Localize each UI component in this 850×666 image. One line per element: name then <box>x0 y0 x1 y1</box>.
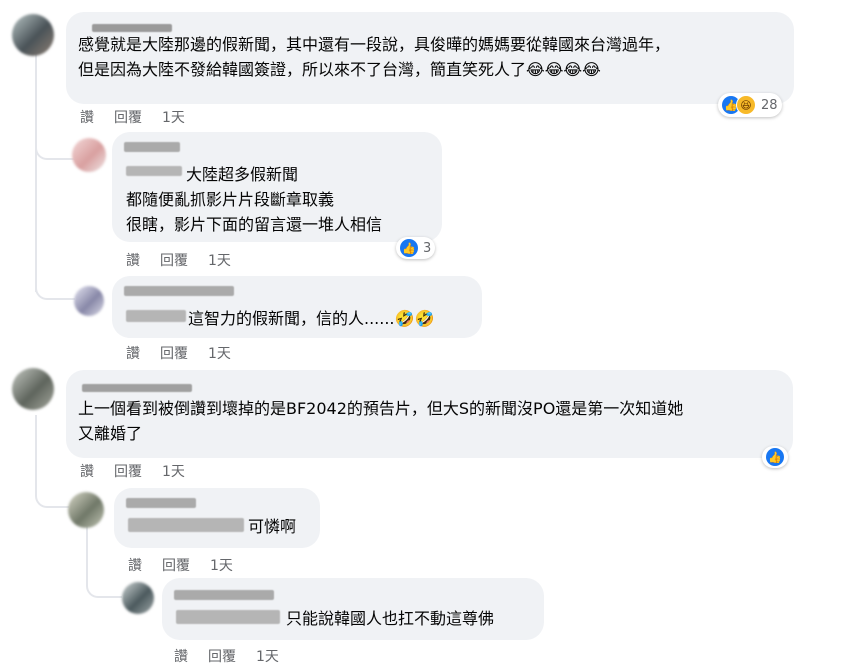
laughing-emoji: 😂😂😂😂 <box>526 60 601 79</box>
reaction-count: 28 <box>761 97 778 113</box>
author-name-redacted[interactable] <box>124 286 234 296</box>
timestamp[interactable]: 1天 <box>208 250 231 270</box>
comment-actions: 讚 回覆 1天 <box>80 107 205 127</box>
comment-text: 上一個看到被倒讚到壞掉的是BF2042的預告片，但大S的新聞沒PO還是第一次知道… <box>78 399 684 418</box>
timestamp[interactable]: 1天 <box>162 461 185 481</box>
mention-redacted[interactable] <box>128 518 244 532</box>
thread-line <box>86 525 88 580</box>
reply-button[interactable]: 回覆 <box>160 343 188 363</box>
author-name-redacted[interactable] <box>78 376 781 396</box>
thread-line <box>35 415 37 495</box>
author-name-redacted[interactable] <box>126 498 196 508</box>
comment-text: 又離婚了 <box>78 424 143 443</box>
reply-button[interactable]: 回覆 <box>208 646 236 666</box>
thread-connector <box>86 578 122 598</box>
avatar[interactable] <box>72 138 106 172</box>
thumbs-up-icon: 👍 <box>766 448 784 466</box>
comment-actions: 讚 回覆 1天 <box>126 250 251 270</box>
author-name-redacted[interactable] <box>78 18 782 32</box>
comment-actions: 讚 回覆 1天 <box>126 343 251 363</box>
thread-connector <box>35 140 75 160</box>
comment-text: 很瞎，影片下面的留言還一堆人相信 <box>126 215 383 234</box>
comment-actions: 讚 回覆 1天 <box>80 461 205 481</box>
like-button[interactable]: 讚 <box>126 250 140 270</box>
comment-actions: 讚 回覆 1天 <box>128 555 253 575</box>
timestamp[interactable]: 1天 <box>210 555 233 575</box>
avatar[interactable] <box>74 286 104 316</box>
avatar[interactable] <box>68 492 104 528</box>
laughing-face-icon: 😆 <box>736 95 756 115</box>
timestamp[interactable]: 1天 <box>162 107 185 127</box>
reaction-summary[interactable]: 👍 😆 28 <box>718 93 782 117</box>
comment-bubble: 感覺就是大陸那邊的假新聞，其中還有一段說，具俊曄的媽媽要從韓國來台灣過年， 但是… <box>66 12 794 104</box>
like-button[interactable]: 讚 <box>80 461 94 481</box>
reaction-summary[interactable]: 👍 3 <box>396 237 436 259</box>
reply-button[interactable]: 回覆 <box>114 107 142 127</box>
timestamp[interactable]: 1天 <box>256 646 279 666</box>
reply-button[interactable]: 回覆 <box>114 461 142 481</box>
avatar[interactable] <box>122 582 154 614</box>
rolling-laughing-emoji: 🤣🤣 <box>394 309 435 328</box>
comment-bubble: 只能說韓國人也扛不動這尊佛 <box>162 578 544 640</box>
comment-text: 但是因為大陸不發給韓國簽證，所以來不了台灣，簡直笑死人了😂😂😂😂 <box>78 60 601 79</box>
mention-redacted[interactable] <box>126 166 182 176</box>
like-button[interactable]: 讚 <box>126 343 140 363</box>
author-name-redacted[interactable] <box>124 142 180 152</box>
comment-bubble: 可憐啊 <box>114 488 320 548</box>
timestamp[interactable]: 1天 <box>208 343 231 363</box>
comment-bubble: 大陸超多假新聞 都隨便亂抓影片片段斷章取義 很瞎，影片下面的留言還一堆人相信 <box>112 132 442 242</box>
mention-redacted[interactable] <box>176 610 280 624</box>
thumbs-up-icon: 👍 <box>400 239 418 257</box>
reply-button[interactable]: 回覆 <box>162 555 190 575</box>
comment-bubble: 這智力的假新聞，信的人......🤣🤣 <box>112 276 482 338</box>
reaction-summary[interactable]: 👍 <box>762 446 788 468</box>
avatar[interactable] <box>12 368 54 410</box>
like-button[interactable]: 讚 <box>174 646 188 666</box>
avatar[interactable] <box>12 14 54 56</box>
mention-redacted[interactable] <box>126 310 186 322</box>
thread-line <box>35 52 37 292</box>
comment-actions: 讚 回覆 1天 <box>174 646 299 666</box>
like-button[interactable]: 讚 <box>80 107 94 127</box>
thread-connector <box>35 280 75 300</box>
thread-connector <box>35 488 69 508</box>
author-name-redacted[interactable] <box>174 590 274 600</box>
like-button[interactable]: 讚 <box>128 555 142 575</box>
comment-text: 都隨便亂抓影片片段斷章取義 <box>126 190 335 209</box>
comment-text: 感覺就是大陸那邊的假新聞，其中還有一段說，具俊曄的媽媽要從韓國來台灣過年， <box>78 35 671 54</box>
reply-button[interactable]: 回覆 <box>160 250 188 270</box>
comment-bubble: 上一個看到被倒讚到壞掉的是BF2042的預告片，但大S的新聞沒PO還是第一次知道… <box>66 370 793 458</box>
reaction-count: 3 <box>423 240 432 256</box>
